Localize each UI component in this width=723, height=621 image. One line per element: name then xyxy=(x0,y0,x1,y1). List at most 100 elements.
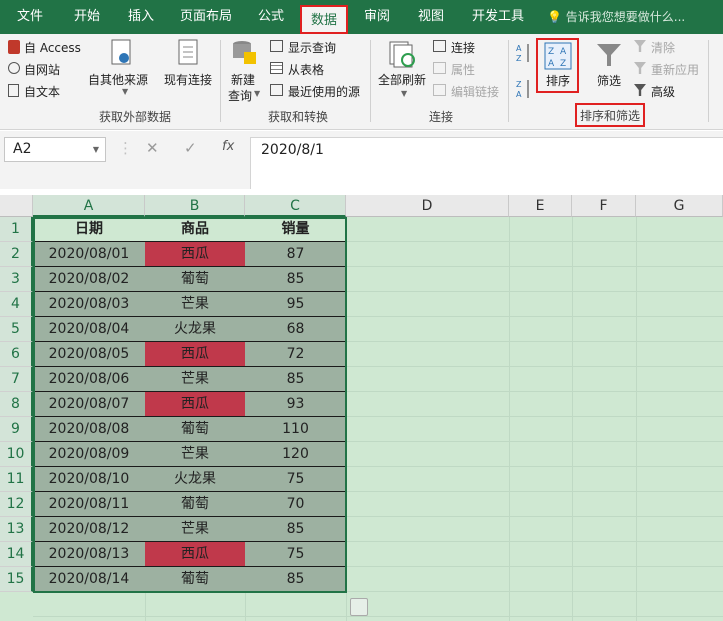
table-cell-product[interactable]: 芒果 xyxy=(145,367,246,392)
table-cell-product[interactable]: 葡萄 xyxy=(145,267,246,292)
reapply-button[interactable]: 重新应用 xyxy=(651,61,699,78)
existing-connections-button[interactable]: 现有连接 xyxy=(164,71,212,88)
table-cell-sales[interactable]: 110 xyxy=(245,417,347,442)
table-cell-sales[interactable]: 68 xyxy=(245,317,347,342)
quick-analysis-icon[interactable] xyxy=(350,598,368,616)
row-header-6[interactable]: 6 xyxy=(0,342,33,367)
table-cell-sales[interactable]: 72 xyxy=(245,342,347,367)
show-queries-button[interactable]: 显示查询 xyxy=(288,39,336,56)
table-cell-sales[interactable]: 85 xyxy=(245,567,347,592)
table-cell-date[interactable]: 2020/08/03 xyxy=(33,292,146,317)
table-header-cell[interactable]: 商品 xyxy=(145,217,246,242)
sort-button[interactable]: 排序 xyxy=(546,72,570,89)
tab-file[interactable]: 文件 xyxy=(0,0,60,34)
table-cell-date[interactable]: 2020/08/08 xyxy=(33,417,146,442)
from-access-button[interactable]: 自 Access xyxy=(24,39,81,56)
filter-button[interactable]: 筛选 xyxy=(597,72,621,89)
select-all-corner[interactable] xyxy=(0,195,33,217)
tab-review[interactable]: 审阅 xyxy=(350,0,404,34)
table-cell-sales[interactable]: 85 xyxy=(245,517,347,542)
table-header-cell[interactable]: 销量 xyxy=(245,217,347,242)
connections-button[interactable]: 连接 xyxy=(451,39,475,56)
tab-formulas[interactable]: 公式 xyxy=(244,0,298,34)
table-cell-product[interactable]: 西瓜 xyxy=(145,342,246,367)
table-cell-date[interactable]: 2020/08/14 xyxy=(33,567,146,592)
table-cell-date[interactable]: 2020/08/01 xyxy=(33,242,146,267)
table-cell-product[interactable]: 西瓜 xyxy=(145,392,246,417)
table-cell-product[interactable]: 芒果 xyxy=(145,292,246,317)
table-cell-date[interactable]: 2020/08/04 xyxy=(33,317,146,342)
table-cell-product[interactable]: 葡萄 xyxy=(145,567,246,592)
row-header-9[interactable]: 9 xyxy=(0,417,33,442)
tab-data[interactable]: 数据 xyxy=(300,5,348,34)
row-header-8[interactable]: 8 xyxy=(0,392,33,417)
row-header-4[interactable]: 4 xyxy=(0,292,33,317)
row-header-7[interactable]: 7 xyxy=(0,367,33,392)
table-cell-date[interactable]: 2020/08/13 xyxy=(33,542,146,567)
column-header-d[interactable]: D xyxy=(346,195,509,217)
column-header-f[interactable]: F xyxy=(572,195,636,217)
row-header-13[interactable]: 13 xyxy=(0,517,33,542)
table-cell-date[interactable]: 2020/08/09 xyxy=(33,442,146,467)
column-header-c[interactable]: C xyxy=(245,195,346,217)
column-header-b[interactable]: B xyxy=(145,195,245,217)
row-header-14[interactable]: 14 xyxy=(0,542,33,567)
name-box[interactable]: A2 ▼ xyxy=(4,137,106,162)
chevron-down-icon[interactable]: ▼ xyxy=(93,138,99,161)
table-cell-sales[interactable]: 85 xyxy=(245,267,347,292)
tab-page-layout[interactable]: 页面布局 xyxy=(168,0,244,34)
formula-input[interactable]: 2020/8/1 xyxy=(250,137,723,189)
table-cell-sales[interactable]: 75 xyxy=(245,467,347,492)
table-cell-date[interactable]: 2020/08/12 xyxy=(33,517,146,542)
new-query-button[interactable]: 查询 xyxy=(228,87,252,104)
table-cell-product[interactable]: 火龙果 xyxy=(145,467,246,492)
table-cell-product[interactable]: 葡萄 xyxy=(145,492,246,517)
properties-button[interactable]: 属性 xyxy=(451,61,475,78)
table-cell-date[interactable]: 2020/08/11 xyxy=(33,492,146,517)
table-cell-sales[interactable]: 87 xyxy=(245,242,347,267)
from-table-button[interactable]: 从表格 xyxy=(288,61,324,78)
row-header-5[interactable]: 5 xyxy=(0,317,33,342)
row-header-15[interactable]: 15 xyxy=(0,567,33,592)
table-cell-sales[interactable]: 75 xyxy=(245,542,347,567)
enter-icon[interactable]: ✓ xyxy=(184,139,197,157)
refresh-all-button[interactable]: 全部刷新 xyxy=(378,71,426,88)
row-header-2[interactable]: 2 xyxy=(0,242,33,267)
tab-view[interactable]: 视图 xyxy=(404,0,458,34)
table-header-cell[interactable]: 日期 xyxy=(33,217,146,242)
from-web-button[interactable]: 自网站 xyxy=(24,61,60,78)
cancel-icon[interactable]: ✕ xyxy=(146,139,159,157)
row-header-3[interactable]: 3 xyxy=(0,267,33,292)
table-cell-date[interactable]: 2020/08/05 xyxy=(33,342,146,367)
table-cell-product[interactable]: 芒果 xyxy=(145,442,246,467)
tab-insert[interactable]: 插入 xyxy=(114,0,168,34)
table-cell-sales[interactable]: 95 xyxy=(245,292,347,317)
table-cell-product[interactable]: 西瓜 xyxy=(145,542,246,567)
insert-function-icon[interactable]: fx xyxy=(222,139,234,154)
from-text-button[interactable]: 自文本 xyxy=(24,83,60,100)
other-sources-button[interactable]: 自其他来源 xyxy=(88,71,148,88)
table-cell-sales[interactable]: 85 xyxy=(245,367,347,392)
table-cell-date[interactable]: 2020/08/07 xyxy=(33,392,146,417)
table-cell-product[interactable]: 芒果 xyxy=(145,517,246,542)
edit-links-button[interactable]: 编辑链接 xyxy=(451,83,499,100)
advanced-button[interactable]: 高级 xyxy=(651,83,675,100)
new-query-label-1[interactable]: 新建 xyxy=(231,71,255,88)
row-header-10[interactable]: 10 xyxy=(0,442,33,467)
table-cell-date[interactable]: 2020/08/06 xyxy=(33,367,146,392)
table-cell-product[interactable]: 葡萄 xyxy=(145,417,246,442)
table-cell-sales[interactable]: 120 xyxy=(245,442,347,467)
column-header-a[interactable]: A xyxy=(33,195,145,217)
tab-home[interactable]: 开始 xyxy=(60,0,114,34)
spreadsheet-grid[interactable]: A B C D E F G 1 2 3 4 5 6 7 8 9 10 11 12 13 14 15 日期 商品 销量 2020/0… xyxy=(0,195,723,621)
row-header-11[interactable]: 11 xyxy=(0,467,33,492)
table-cell-date[interactable]: 2020/08/10 xyxy=(33,467,146,492)
row-header-12[interactable]: 12 xyxy=(0,492,33,517)
clear-button[interactable]: 清除 xyxy=(651,39,675,56)
table-cell-sales[interactable]: 93 xyxy=(245,392,347,417)
table-cell-product[interactable]: 火龙果 xyxy=(145,317,246,342)
row-header-1[interactable]: 1 xyxy=(0,217,33,242)
table-cell-product[interactable]: 西瓜 xyxy=(145,242,246,267)
column-header-e[interactable]: E xyxy=(509,195,572,217)
tab-developer[interactable]: 开发工具 xyxy=(460,0,536,34)
